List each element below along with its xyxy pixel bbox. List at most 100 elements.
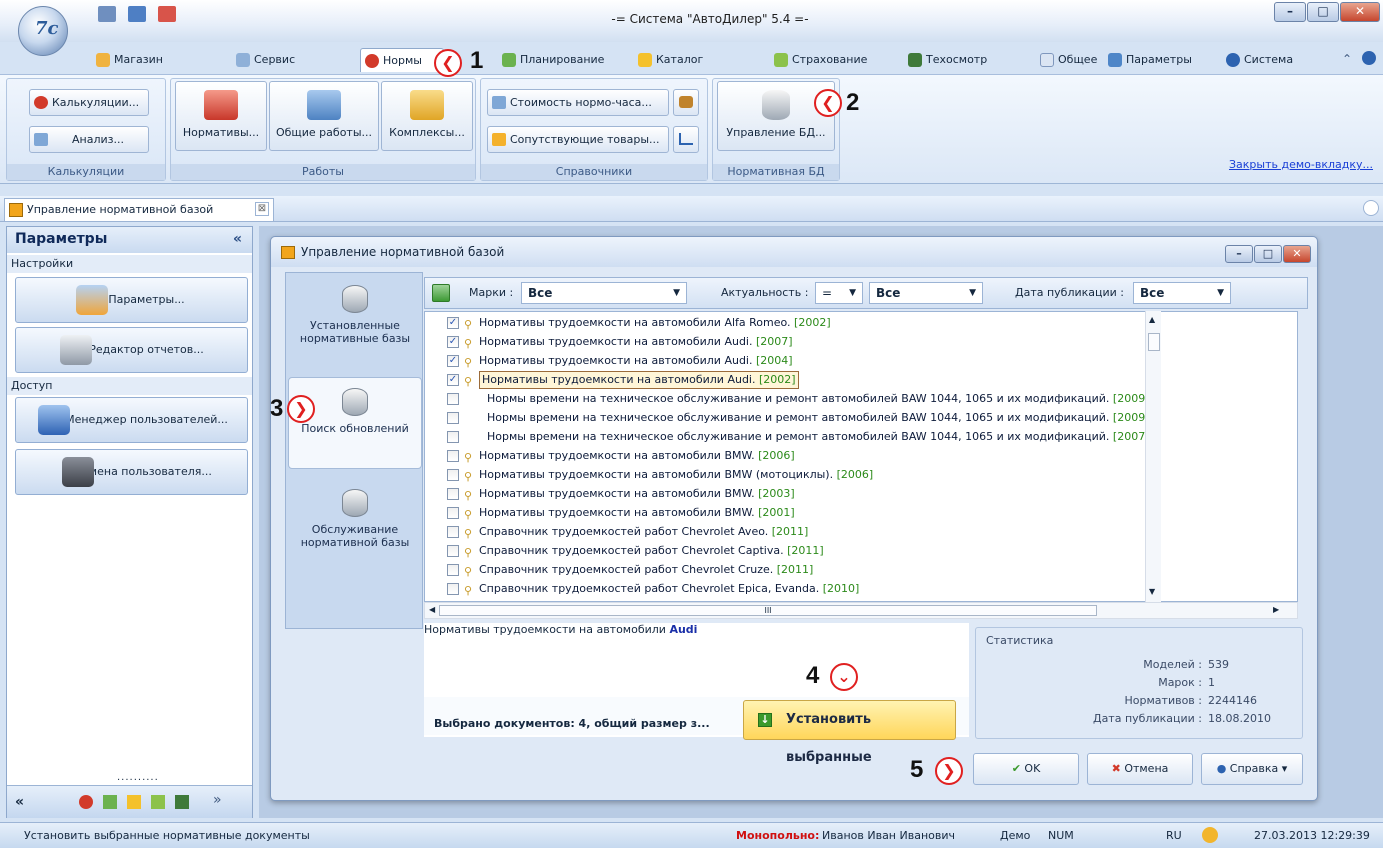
- common-works-icon: [307, 90, 341, 120]
- sidebar-collapse-button[interactable]: «: [233, 231, 242, 247]
- checkbox[interactable]: [447, 488, 459, 500]
- normatives-list: ✓ ⚲ Нормативы трудоемкости на автомобили A…: [424, 311, 1298, 602]
- common-works-button[interactable]: Общие работы...: [269, 81, 379, 151]
- dialog-close-button[interactable]: ✕: [1283, 245, 1311, 263]
- list-item-text: Нормативы трудоемкости на автомобили BMW…: [479, 449, 755, 462]
- list-item-text: Справочник трудоемкостей работ Chevrolet…: [479, 544, 784, 557]
- qat-menu-icon[interactable]: [98, 6, 116, 22]
- doc-tab-norm-db[interactable]: Управление нормативной базой ⊠: [4, 198, 274, 221]
- nav-installed-bases[interactable]: Установленные нормативные базы: [286, 275, 424, 373]
- scroll-left-icon[interactable]: ◀: [429, 605, 435, 614]
- cancel-button[interactable]: ✖ Отмена: [1087, 753, 1193, 785]
- close-window-button[interactable]: ✕: [1340, 2, 1380, 22]
- scroll-thumb[interactable]: [1148, 333, 1160, 351]
- normatives-button[interactable]: Нормативы...: [175, 81, 267, 151]
- brands-select[interactable]: Все ▼: [521, 282, 687, 304]
- relevance-operator-select[interactable]: = ▼: [815, 282, 863, 304]
- checkbox[interactable]: ✓: [447, 336, 459, 348]
- scroll-up-icon[interactable]: ▲: [1149, 315, 1155, 324]
- calculations-button[interactable]: Калькуляции...: [29, 89, 149, 116]
- ribbon-help-icon[interactable]: [1362, 51, 1376, 65]
- ribbon-minimize-icon[interactable]: ⌃: [1342, 52, 1352, 66]
- hour-cost-button[interactable]: Стоимость нормо-часа...: [487, 89, 669, 116]
- checkbox[interactable]: [447, 526, 459, 538]
- params-icon: [76, 285, 108, 315]
- related-goods-button[interactable]: Сопутствующие товары...: [487, 126, 669, 153]
- nav-maintenance[interactable]: Обслуживание нормативной базы: [286, 479, 424, 577]
- magnifier-icon: ⚲: [464, 584, 473, 597]
- checkbox[interactable]: [447, 507, 459, 519]
- help-button[interactable]: ● Справка ▾: [1201, 753, 1303, 785]
- refresh-icon[interactable]: [432, 284, 450, 302]
- scroll-right-icon[interactable]: ▶: [1273, 605, 1279, 614]
- tab-service[interactable]: Сервис: [232, 48, 295, 72]
- close-demo-link[interactable]: Закрыть демо-вкладку...: [1229, 158, 1373, 171]
- complexes-button[interactable]: Комплексы...: [381, 81, 473, 151]
- checkbox[interactable]: [447, 412, 459, 424]
- checkbox[interactable]: [447, 583, 459, 595]
- norm-db-icon: [281, 246, 295, 259]
- tab-shop[interactable]: Магазин: [92, 48, 163, 72]
- dialog-maximize-button[interactable]: □: [1254, 245, 1282, 263]
- report-editor-button[interactable]: Редактор отчетов...: [15, 327, 248, 373]
- maximize-button[interactable]: □: [1307, 2, 1339, 22]
- params-button[interactable]: Параметры...: [15, 277, 248, 323]
- tab-planning[interactable]: Планирование: [498, 48, 604, 72]
- tab-norms[interactable]: Нормы: [360, 48, 444, 72]
- nav-search-updates[interactable]: Поиск обновлений: [288, 377, 422, 469]
- checkbox[interactable]: [447, 545, 459, 557]
- hscroll-thumb[interactable]: III: [439, 605, 1097, 616]
- stat-brands-label: Марок :: [1158, 676, 1202, 689]
- chevron-down-icon: ▾: [1278, 762, 1288, 775]
- annotation-3: 3: [270, 395, 284, 422]
- qat-close-icon[interactable]: [158, 6, 176, 22]
- checkbox[interactable]: [447, 564, 459, 576]
- status-lang: RU: [1166, 829, 1182, 842]
- tab-insurance[interactable]: Страхование: [770, 48, 867, 72]
- scroll-down-icon[interactable]: ▼: [1149, 587, 1155, 596]
- chart-ref-button[interactable]: [673, 126, 699, 153]
- checkbox[interactable]: [447, 450, 459, 462]
- list-horizontal-scrollbar[interactable]: ◀ III ▶: [424, 602, 1298, 619]
- sidebar-grip[interactable]: ..........: [117, 772, 159, 783]
- list-vertical-scrollbar[interactable]: ▲ ▼: [1145, 311, 1161, 602]
- minimize-button[interactable]: –: [1274, 2, 1306, 22]
- checkbox[interactable]: [447, 393, 459, 405]
- install-selected-button[interactable]: ↓ Установить выбранные: [743, 700, 956, 765]
- analysis-button[interactable]: Анализ...: [29, 126, 149, 153]
- checkbox[interactable]: ✓: [447, 374, 459, 386]
- complexes-icon: [410, 90, 444, 120]
- checkbox[interactable]: ✓: [447, 355, 459, 367]
- app-orb-button[interactable]: 7c: [18, 6, 68, 56]
- status-mode: Демо: [1000, 829, 1031, 842]
- status-user: Иванов Иван Иванович: [822, 829, 955, 842]
- user-manager-button[interactable]: Менеджер пользователей...: [15, 397, 248, 443]
- users-ref-button[interactable]: [673, 89, 699, 116]
- qat-window-icon[interactable]: [128, 6, 146, 22]
- sidebar-prev-button[interactable]: «: [15, 794, 24, 810]
- tab-common[interactable]: Общее: [1036, 48, 1097, 72]
- ok-button[interactable]: ✔ OK: [973, 753, 1079, 785]
- catalog-icon[interactable]: [127, 795, 141, 809]
- checkbox[interactable]: [447, 469, 459, 481]
- close-tab-icon[interactable]: ⊠: [255, 202, 269, 216]
- chevron-down-icon: ▼: [1217, 288, 1224, 298]
- relevance-select[interactable]: Все ▼: [869, 282, 983, 304]
- tab-catalog[interactable]: Каталог: [634, 48, 703, 72]
- dialog-minimize-button[interactable]: –: [1225, 245, 1253, 263]
- db-management-button[interactable]: Управление БД...: [717, 81, 835, 151]
- tab-system[interactable]: Система: [1222, 48, 1293, 72]
- tab-params[interactable]: Параметры: [1104, 48, 1192, 72]
- norms-icon[interactable]: [79, 795, 93, 809]
- inspection-icon[interactable]: [175, 795, 189, 809]
- planning-icon[interactable]: [103, 795, 117, 809]
- tab-inspection[interactable]: Техосмотр: [904, 48, 987, 72]
- sidebar-more-button[interactable]: »: [213, 792, 222, 808]
- checkbox[interactable]: [447, 431, 459, 443]
- pubdate-select[interactable]: Все ▼: [1133, 282, 1231, 304]
- checkbox[interactable]: ✓: [447, 317, 459, 329]
- tab-list-icon[interactable]: [1363, 200, 1379, 216]
- insurance-icon[interactable]: [151, 795, 165, 809]
- switch-user-button[interactable]: Смена пользователя...: [15, 449, 248, 495]
- chevron-down-icon: ▼: [673, 288, 680, 298]
